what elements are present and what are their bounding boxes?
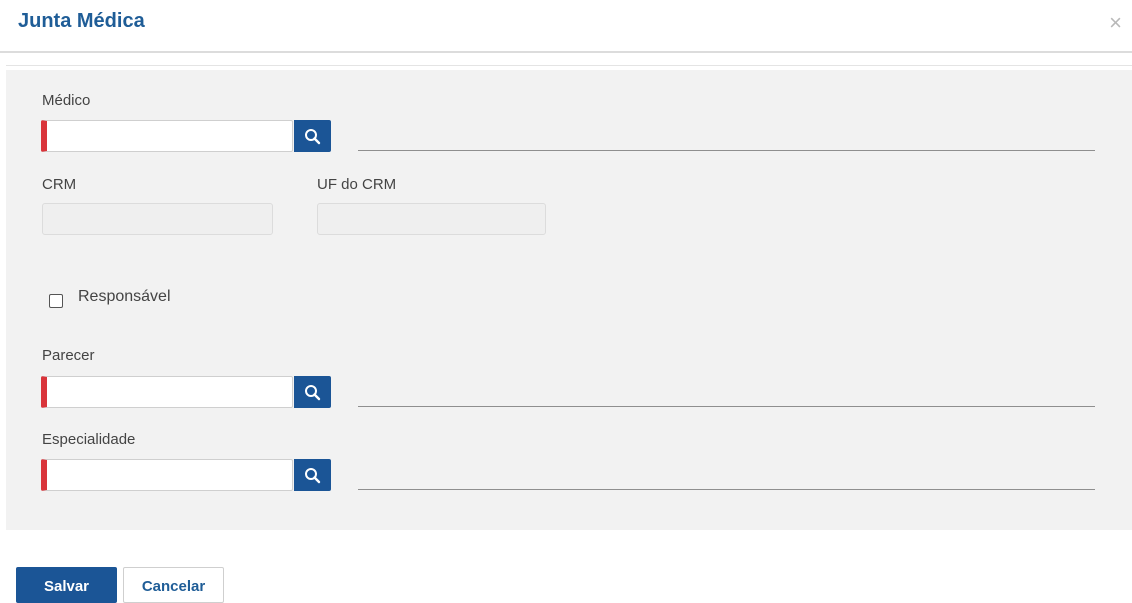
medico-search-button[interactable] — [294, 120, 331, 152]
header-divider-secondary — [6, 65, 1132, 66]
medico-description — [358, 150, 1095, 151]
parecer-input[interactable] — [41, 376, 293, 408]
cancel-button[interactable]: Cancelar — [123, 567, 224, 603]
uf-crm-label: UF do CRM — [317, 176, 397, 193]
search-icon — [305, 129, 321, 145]
close-icon[interactable]: × — [1109, 12, 1122, 34]
especialidade-description — [358, 489, 1095, 490]
form-panel: Médico CRM UF do CRM Responsável Parecer… — [6, 70, 1132, 530]
medico-input[interactable] — [41, 120, 293, 152]
crm-field — [42, 203, 273, 235]
crm-label: CRM — [42, 176, 77, 193]
medico-label: Médico — [42, 92, 91, 109]
especialidade-label: Especialidade — [42, 431, 136, 448]
search-icon — [305, 385, 321, 401]
responsavel-label: Responsável — [78, 288, 171, 305]
responsavel-checkbox[interactable] — [49, 294, 63, 308]
parecer-label: Parecer — [42, 347, 95, 364]
dialog-title: Junta Médica — [18, 10, 145, 32]
parecer-description — [358, 406, 1095, 407]
parecer-search-button[interactable] — [294, 376, 331, 408]
search-icon — [305, 468, 321, 484]
especialidade-search-button[interactable] — [294, 459, 331, 491]
uf-crm-field — [317, 203, 546, 235]
save-button[interactable]: Salvar — [16, 567, 117, 603]
especialidade-input[interactable] — [41, 459, 293, 491]
header-divider — [0, 51, 1132, 53]
